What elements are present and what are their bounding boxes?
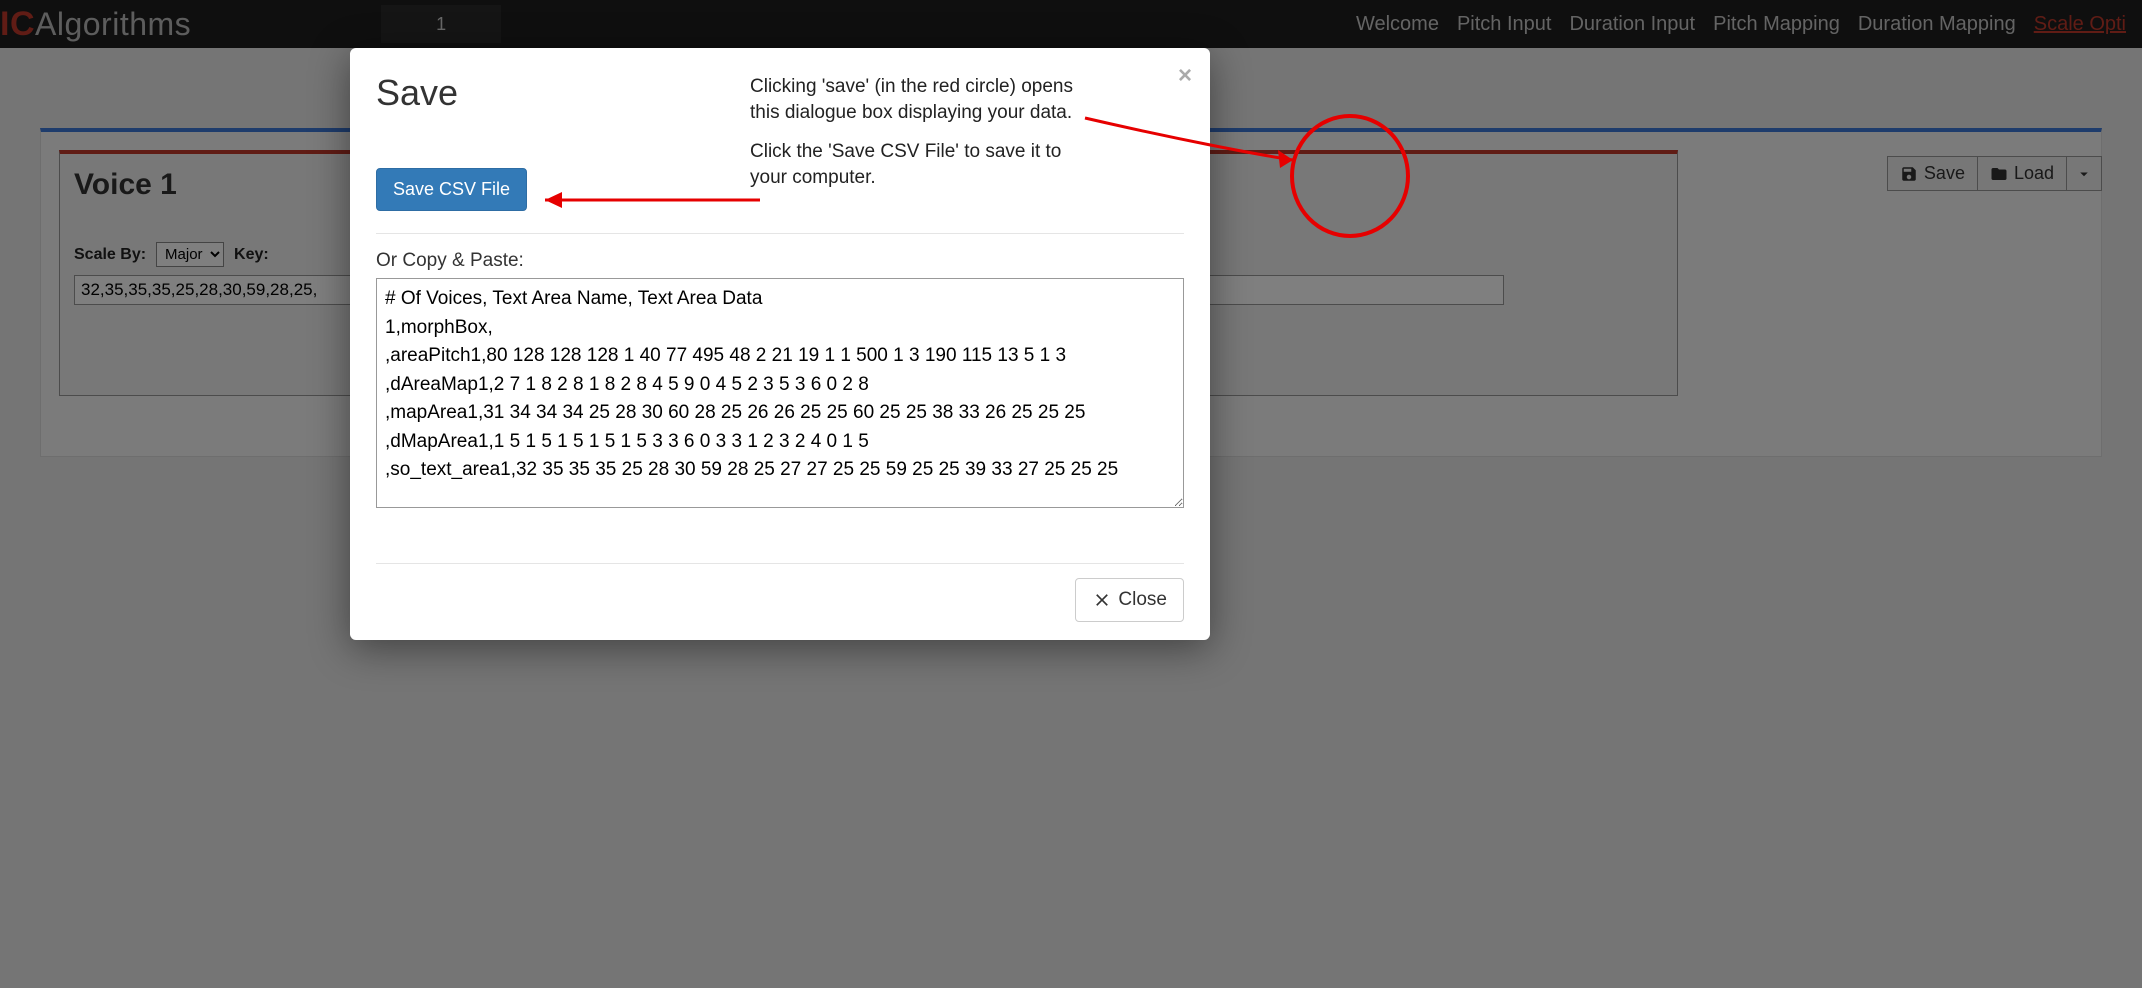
save-csv-file-button[interactable]: Save CSV File (376, 168, 527, 211)
save-modal: × Save Clicking 'save' (in the red circl… (350, 48, 1210, 640)
copy-paste-label: Or Copy & Paste: (376, 250, 1184, 272)
modal-close-label: Close (1118, 589, 1167, 611)
close-icon (1092, 590, 1112, 610)
modal-close-button[interactable]: Close (1075, 578, 1184, 622)
csv-data-textarea[interactable] (376, 278, 1184, 508)
instruction-line-1: Clicking 'save' (in the red circle) open… (750, 74, 1090, 125)
instruction-line-2: Click the 'Save CSV File' to save it to … (750, 139, 1090, 190)
modal-instructions: Clicking 'save' (in the red circle) open… (750, 74, 1090, 205)
modal-divider (376, 233, 1184, 234)
modal-close-x[interactable]: × (1178, 62, 1192, 90)
save-csv-file-label: Save CSV File (393, 179, 510, 199)
modal-footer: Close (376, 563, 1184, 622)
